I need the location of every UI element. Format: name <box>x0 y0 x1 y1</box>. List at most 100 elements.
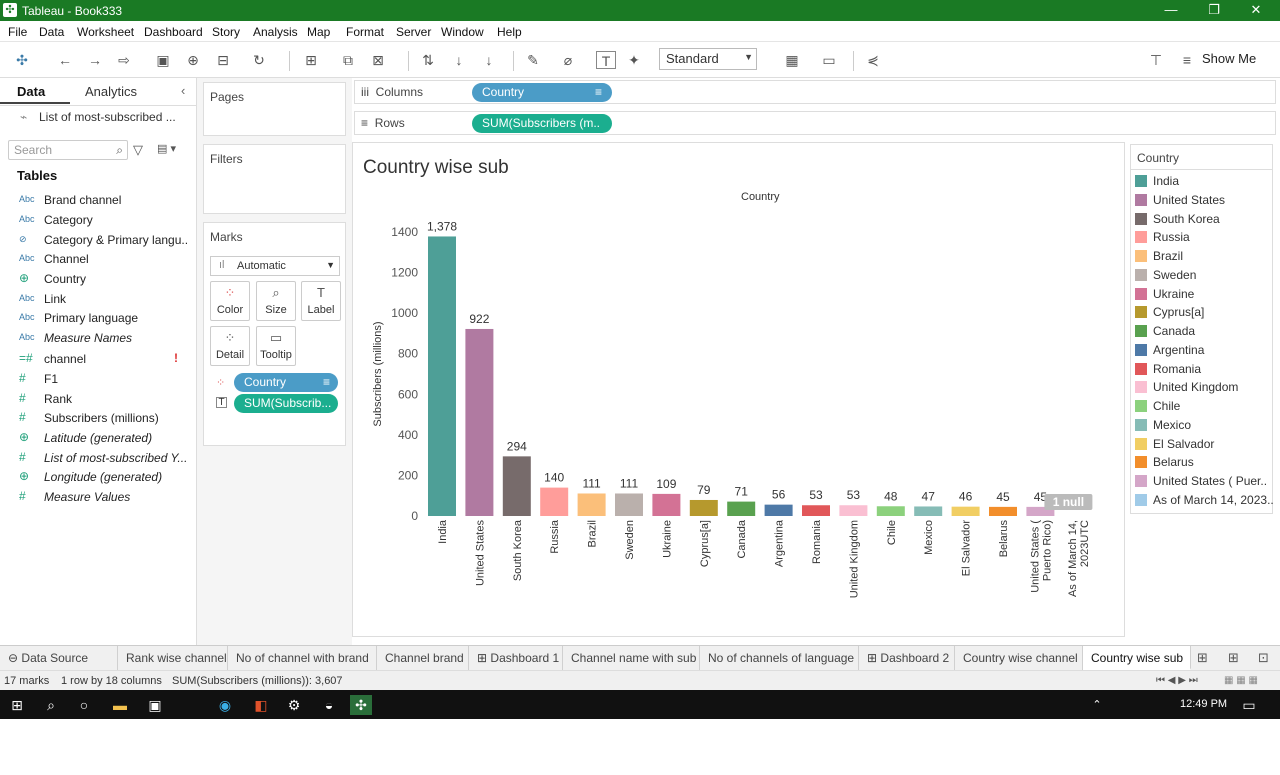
field-item[interactable]: ⊘ Category & Primary langu... <box>0 231 197 250</box>
share-icon[interactable]: ⋞ <box>863 51 883 69</box>
publish-icon[interactable]: ⊤ <box>1146 51 1166 69</box>
mark-type-dropdown[interactable]: ıl Automatic ▼ <box>210 256 340 276</box>
field-item[interactable]: ⊕ Longitude (generated) <box>0 468 197 487</box>
tab-rank-wise-channel[interactable]: Rank wise channel <box>118 646 228 670</box>
redo-icon[interactable]: → <box>85 51 105 69</box>
tab-data-source[interactable]: ⊖ Data Source <box>0 646 118 670</box>
pause-updates-icon[interactable]: ⊟ <box>213 51 233 69</box>
menu-map[interactable]: Map <box>307 25 330 39</box>
detail-button[interactable]: ⁘ Detail <box>210 326 250 366</box>
view-mode-icon[interactable]: ▦ ▦ ▦ <box>1224 675 1258 686</box>
field-item[interactable]: Abc Channel <box>0 250 197 269</box>
photos-icon[interactable]: ◒ <box>318 695 340 715</box>
show-cards-icon[interactable]: ▦ <box>782 51 802 69</box>
tab-country-wise-sub[interactable]: Country wise sub <box>1083 646 1191 670</box>
store-icon[interactable]: ▣ <box>144 695 166 715</box>
tab-channel-brand[interactable]: Channel brand <box>377 646 469 670</box>
restore-button[interactable]: ❐ <box>1199 1 1229 19</box>
menu-help[interactable]: Help <box>497 25 522 39</box>
menu-analysis[interactable]: Analysis <box>253 25 298 39</box>
office-icon[interactable]: ◧ <box>250 695 272 715</box>
file-explorer-icon[interactable]: ▬ <box>109 695 131 715</box>
filter-icon[interactable]: ▽ <box>133 142 143 158</box>
tray-icons[interactable]: ⌃ ▭ ⊕ ◁) <box>1086 695 1108 771</box>
field-item[interactable]: Abc Link <box>0 290 197 309</box>
tab-channel-name-with-sub[interactable]: Channel name with sub <box>563 646 700 670</box>
field-item[interactable]: ⊕ Country <box>0 270 197 289</box>
size-button[interactable]: ⌕ Size <box>256 281 296 321</box>
edge-icon[interactable]: ◉ <box>214 695 236 715</box>
field-item[interactable]: # Subscribers (millions) <box>0 409 197 428</box>
new-story-icon[interactable]: ⊡ <box>1258 650 1269 666</box>
menu-data[interactable]: Data <box>39 25 64 39</box>
new-dashboard-icon[interactable]: ⊞ <box>1228 650 1239 666</box>
columns-shelf[interactable]: iii Columns Country ≡ <box>354 80 1276 104</box>
duplicate-sheet-icon[interactable]: ⧉ <box>338 51 358 69</box>
swap-icon[interactable]: ⇅ <box>418 51 438 69</box>
tab-dashboard-1[interactable]: ⊞ Dashboard 1 <box>469 646 563 670</box>
rows-sum-pill[interactable]: SUM(Subscribers (m.. <box>472 114 612 133</box>
menu-window[interactable]: Window <box>441 25 484 39</box>
pages-card[interactable]: Pages <box>203 82 346 136</box>
sort-ascending-icon[interactable]: ↓ <box>449 51 469 69</box>
tab-data[interactable]: Data <box>17 84 45 99</box>
tableau-taskbar-icon[interactable]: ✣ <box>350 695 372 715</box>
close-button[interactable]: ✕ <box>1241 1 1271 19</box>
refresh-icon[interactable]: ↻ <box>249 51 269 69</box>
tab-analytics[interactable]: Analytics <box>85 84 137 99</box>
save-icon[interactable]: ▣ <box>153 51 173 69</box>
task-view-icon[interactable]: ○ <box>73 695 95 715</box>
group-icon[interactable]: ⌀ <box>558 51 578 69</box>
view-options-icon[interactable]: ▤ ▾ <box>157 142 176 155</box>
tab-no-of-channel-with-brand[interactable]: No of channel with brand <box>228 646 377 670</box>
sheet-nav-icon[interactable]: ⏮ ◀ ▶ ⏭ <box>1156 675 1198 686</box>
new-worksheet-icon[interactable]: ⊞ <box>1197 650 1208 666</box>
replay-icon[interactable]: ⇨ <box>114 51 134 69</box>
menu-format[interactable]: Format <box>346 25 384 39</box>
menu-story[interactable]: Story <box>212 25 240 39</box>
pin-axes-icon[interactable]: ✦ <box>624 51 644 69</box>
sort-descending-icon[interactable]: ↓ <box>479 51 499 69</box>
rows-shelf[interactable]: ≡ Rows SUM(Subscribers (m.. <box>354 111 1276 135</box>
collapse-icon[interactable]: ‹ <box>181 83 185 98</box>
filters-card[interactable]: Filters <box>203 144 346 214</box>
tableau-home-icon[interactable]: ✣ <box>12 51 32 69</box>
clear-sheet-icon[interactable]: ⊠ <box>368 51 388 69</box>
field-item[interactable]: Abc Brand channel <box>0 191 197 210</box>
minimize-button[interactable]: — <box>1156 1 1186 19</box>
tab-dashboard-2[interactable]: ⊞ Dashboard 2 <box>859 646 955 670</box>
label-button[interactable]: T Label <box>301 281 341 321</box>
fit-dropdown[interactable]: Standard ▼ <box>659 48 757 70</box>
marks-sum-pill[interactable]: SUM(Subscrib... <box>234 394 338 413</box>
field-item[interactable]: # F1 <box>0 370 197 389</box>
color-button[interactable]: ⁘ Color <box>210 281 250 321</box>
field-item[interactable]: # List of most-subscribed Y... <box>0 449 197 468</box>
menu-server[interactable]: Server <box>396 25 431 39</box>
search-input[interactable]: Search ⌕ <box>8 140 128 160</box>
field-item[interactable]: Abc Measure Names <box>0 329 197 348</box>
field-item[interactable]: Abc Category <box>0 211 197 230</box>
field-item[interactable]: ⊕ Latitude (generated) <box>0 429 197 448</box>
field-item[interactable]: # Rank <box>0 390 197 409</box>
search-icon[interactable]: ⌕ <box>40 695 62 715</box>
undo-icon[interactable]: ← <box>55 51 75 69</box>
field-item[interactable]: Abc Primary language <box>0 309 197 328</box>
menu-dashboard[interactable]: Dashboard <box>144 25 203 39</box>
field-item[interactable]: =# channel! <box>0 350 197 369</box>
new-worksheet-icon[interactable]: ⊞ <box>301 51 321 69</box>
menu-worksheet[interactable]: Worksheet <box>77 25 134 39</box>
notification-icon[interactable]: ▭ <box>1238 695 1260 715</box>
presentation-icon[interactable]: ▭ <box>819 51 839 69</box>
tab-no-of-channels-of-language[interactable]: No of channels of language <box>700 646 859 670</box>
new-datasource-icon[interactable]: ⊕ <box>183 51 203 69</box>
menu-file[interactable]: File <box>8 25 27 39</box>
marks-country-pill[interactable]: Country ≡ <box>234 373 338 392</box>
columns-country-pill[interactable]: Country ≡ <box>472 83 612 102</box>
settings-icon[interactable]: ⚙ <box>283 695 305 715</box>
windows-start-icon[interactable]: ⊞ <box>6 695 28 715</box>
highlight-icon[interactable]: ✎ <box>523 51 543 69</box>
datasource-name[interactable]: List of most-subscribed ... <box>39 110 176 124</box>
show-labels-icon[interactable]: T <box>596 51 616 69</box>
field-item[interactable]: # Measure Values <box>0 488 197 507</box>
tooltip-button[interactable]: ▭ Tooltip <box>256 326 296 366</box>
